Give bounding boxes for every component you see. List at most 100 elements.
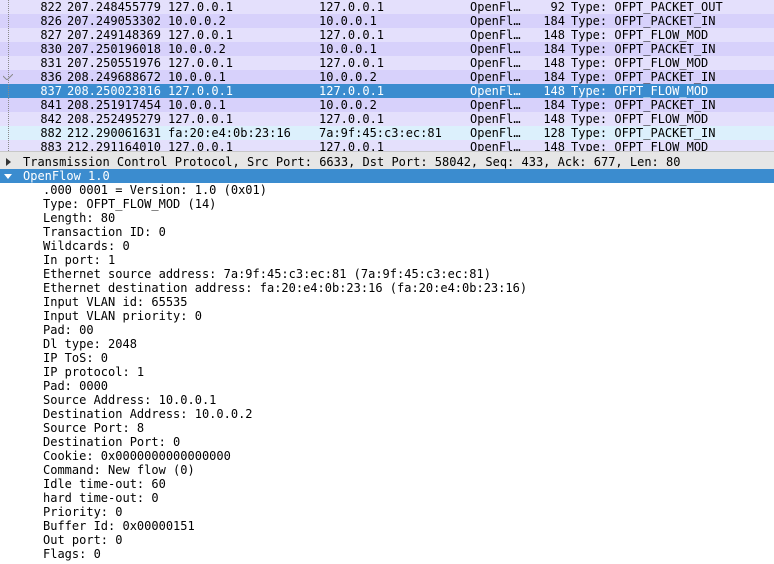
packet-src-cell: 10.0.0.1	[168, 70, 226, 84]
packet-len-cell: 148	[543, 84, 565, 98]
tree-field-item[interactable]: Buffer Id: 0x00000151	[0, 519, 774, 533]
packet-dst-cell: 10.0.0.2	[319, 70, 377, 84]
tree-field-item[interactable]: Input VLAN priority: 0	[0, 309, 774, 323]
packet-row[interactable]: 827 207.249148369 127.0.0.1 127.0.0.1 OpenFl…	[0, 28, 774, 42]
packet-row[interactable]: 831 207.250551976 127.0.0.1 127.0.0.1 OpenFl…	[0, 56, 774, 70]
packet-len-cell: 148	[543, 28, 565, 42]
packet-no-cell: 830	[40, 42, 62, 56]
packet-dst-cell: 127.0.0.1	[319, 28, 385, 42]
packet-no-cell: 883	[40, 140, 62, 151]
packet-info-cell: Type: OFPT_FLOW_MOD	[571, 140, 709, 151]
tree-field-item[interactable]: Input VLAN id: 65535	[0, 295, 774, 309]
packet-time-cell: 207.249148369	[67, 28, 161, 42]
tree-field-item[interactable]: Command: New flow (0)	[0, 463, 774, 477]
packet-len-cell: 184	[543, 70, 565, 84]
tree-field-item[interactable]: Destination Port: 0	[0, 435, 774, 449]
checkmark-icon	[3, 74, 13, 80]
tree-field-item[interactable]: Cookie: 0x0000000000000000	[0, 449, 774, 463]
packet-len-cell: 128	[543, 126, 565, 140]
packet-row[interactable]: 837 208.250023816 127.0.0.1 127.0.0.1 OpenFl…	[0, 84, 774, 98]
tree-field-item[interactable]: Transaction ID: 0	[0, 225, 774, 239]
tree-field-item[interactable]: Pad: 00	[0, 323, 774, 337]
packet-list[interactable]: 822 207.248455779 127.0.0.1 127.0.0.1 OpenFl…	[0, 0, 774, 151]
packet-proto-cell: OpenFl…	[470, 14, 521, 28]
packet-row[interactable]: 836 208.249688672 10.0.0.1 10.0.0.2 OpenFl… 1…	[0, 70, 774, 84]
packet-row[interactable]: 826 207.249053302 10.0.0.2 10.0.0.1 OpenFl… 1…	[0, 14, 774, 28]
packet-dst-cell: 127.0.0.1	[319, 140, 385, 151]
packet-proto-cell: OpenFl…	[470, 140, 521, 151]
openflow-fields: .000 0001 = Version: 1.0 (0x01) Type: OFP…	[0, 183, 774, 561]
packet-info-cell: Type: OFPT_PACKET_IN	[571, 14, 716, 28]
tcp-summary-label: Transmission Control Protocol, Src Port:…	[23, 155, 681, 169]
triangle-down-icon[interactable]	[4, 174, 12, 179]
packet-src-cell: 10.0.0.2	[168, 42, 226, 56]
packet-proto-cell: OpenFl…	[470, 70, 521, 84]
packet-src-cell: 127.0.0.1	[168, 140, 234, 151]
tree-field-item[interactable]: IP protocol: 1	[0, 365, 774, 379]
tree-field-item[interactable]: Pad: 0000	[0, 379, 774, 393]
packet-len-cell: 148	[543, 140, 565, 151]
packet-info-cell: Type: OFPT_PACKET_IN	[571, 98, 716, 112]
packet-proto-cell: OpenFl…	[470, 28, 521, 42]
packet-time-cell: 207.250551976	[67, 56, 161, 70]
packet-time-cell: 207.248455779	[67, 0, 161, 14]
packet-row[interactable]: 822 207.248455779 127.0.0.1 127.0.0.1 OpenFl…	[0, 0, 774, 14]
packet-no-cell: 837	[40, 84, 62, 98]
tree-field-item[interactable]: Type: OFPT_FLOW_MOD (14)	[0, 197, 774, 211]
packet-row[interactable]: 830 207.250196018 10.0.0.2 10.0.0.1 OpenFl… 1…	[0, 42, 774, 56]
packet-proto-cell: OpenFl…	[470, 0, 521, 14]
tree-field-item[interactable]: Ethernet destination address: fa:20:e4:0…	[0, 281, 774, 295]
packet-row[interactable]: 842 208.252495279 127.0.0.1 127.0.0.1 OpenFl…	[0, 112, 774, 126]
tree-field-item[interactable]: hard time-out: 0	[0, 491, 774, 505]
tree-field-item[interactable]: Source Address: 10.0.0.1	[0, 393, 774, 407]
packet-info-cell: Type: OFPT_FLOW_MOD	[571, 28, 709, 42]
tree-field-item[interactable]: In port: 1	[0, 253, 774, 267]
packet-proto-cell: OpenFl…	[470, 98, 521, 112]
packet-proto-cell: OpenFl…	[470, 112, 521, 126]
packet-len-cell: 92	[550, 0, 565, 14]
packet-row[interactable]: 882 212.290061631 fa:20:e4:0b:23:16 7a:9f:4…	[0, 126, 774, 140]
packet-len-cell: 148	[543, 56, 565, 70]
packet-src-cell: 127.0.0.1	[168, 112, 234, 126]
packet-dst-cell: 10.0.0.1	[319, 14, 377, 28]
triangle-right-icon[interactable]	[6, 158, 11, 166]
tree-field-item[interactable]: Out port: 0	[0, 533, 774, 547]
tree-field-item[interactable]: Destination Address: 10.0.0.2	[0, 407, 774, 421]
packet-info-cell: Type: OFPT_FLOW_MOD	[571, 84, 709, 98]
packet-src-cell: 127.0.0.1	[168, 84, 234, 98]
packet-time-cell: 208.249688672	[67, 70, 161, 84]
tree-field-item[interactable]: Length: 80	[0, 211, 774, 225]
packet-src-cell: fa:20:e4:0b:23:16	[168, 126, 291, 140]
packet-no-cell: 841	[40, 98, 62, 112]
tree-field-item[interactable]: Priority: 0	[0, 505, 774, 519]
packet-proto-cell: OpenFl…	[470, 84, 521, 98]
packet-row[interactable]: 883 212.291164010 127.0.0.1 127.0.0.1 OpenFl…	[0, 140, 774, 151]
tree-item-openflow[interactable]: OpenFlow 1.0	[0, 169, 774, 183]
tree-field-item[interactable]: Idle time-out: 60	[0, 477, 774, 491]
packet-len-cell: 148	[543, 112, 565, 126]
tree-field-item[interactable]: IP ToS: 0	[0, 351, 774, 365]
packet-no-cell: 826	[40, 14, 62, 28]
openflow-label: OpenFlow 1.0	[23, 169, 110, 183]
tree-item-tcp[interactable]: Transmission Control Protocol, Src Port:…	[0, 155, 774, 169]
packet-info-cell: Type: OFPT_FLOW_MOD	[571, 112, 709, 126]
packet-time-cell: 212.291164010	[67, 140, 161, 151]
tree-field-item[interactable]: Dl type: 2048	[0, 337, 774, 351]
packet-no-cell: 831	[40, 56, 62, 70]
tree-field-item[interactable]: Flags: 0	[0, 547, 774, 561]
tree-field-item[interactable]: Ethernet source address: 7a:9f:45:c3:ec:…	[0, 267, 774, 281]
packet-info-cell: Type: OFPT_PACKET_OUT	[571, 0, 723, 14]
tree-field-item[interactable]: Wildcards: 0	[0, 239, 774, 253]
packet-rows: 822 207.248455779 127.0.0.1 127.0.0.1 OpenFl…	[0, 0, 774, 151]
packet-dst-cell: 127.0.0.1	[319, 0, 385, 14]
packet-row[interactable]: 841 208.251917454 10.0.0.1 10.0.0.2 OpenFl… 1…	[0, 98, 774, 112]
packet-time-cell: 208.252495279	[67, 112, 161, 126]
packet-proto-cell: OpenFl…	[470, 126, 521, 140]
tree-field-item[interactable]: Source Port: 8	[0, 421, 774, 435]
packet-dst-cell: 10.0.0.1	[319, 42, 377, 56]
packet-info-cell: Type: OFPT_PACKET_IN	[571, 126, 716, 140]
packet-time-cell: 207.250196018	[67, 42, 161, 56]
packet-src-cell: 127.0.0.1	[168, 56, 234, 70]
tree-field-item[interactable]: .000 0001 = Version: 1.0 (0x01)	[0, 183, 774, 197]
packet-dst-cell: 127.0.0.1	[319, 84, 385, 98]
